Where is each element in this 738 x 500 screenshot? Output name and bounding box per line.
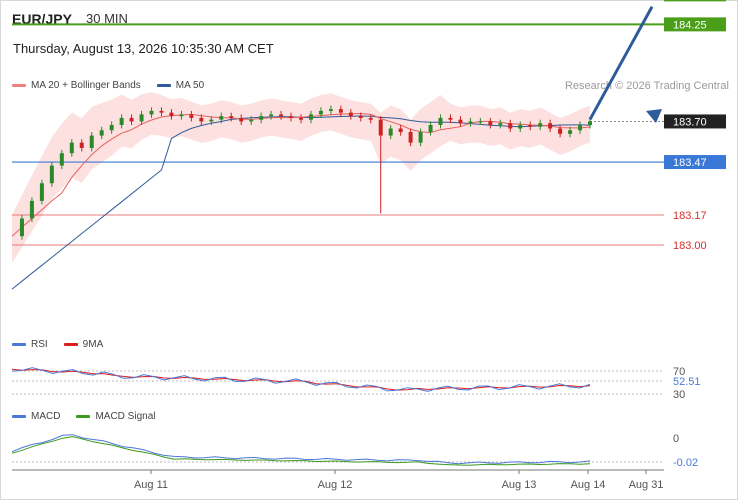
level-label-184.25: 184.25 [673, 19, 707, 31]
level-label-183.47: 183.47 [673, 157, 707, 169]
forecast-arrow-head [646, 109, 662, 123]
x-label-Aug 14: Aug 14 [571, 479, 606, 491]
candle-body [299, 117, 303, 120]
x-label-Aug 12: Aug 12 [318, 479, 353, 491]
candle-body [79, 142, 84, 148]
candle-body [338, 109, 343, 113]
candle-body [508, 123, 513, 129]
x-label-Aug 11: Aug 11 [134, 479, 168, 491]
candle-body [209, 119, 214, 122]
candle-body [249, 119, 254, 122]
candle-body [139, 114, 144, 122]
candle-body [318, 110, 323, 115]
x-label-Aug 13: Aug 13 [502, 479, 537, 491]
rsi-label-30: 30 [673, 389, 685, 401]
candle-body [448, 117, 453, 120]
candle-body [478, 121, 483, 123]
candle-body [29, 200, 34, 219]
candle-body [239, 117, 244, 122]
rsi-9ma-line [11, 368, 591, 391]
candle-body [538, 123, 543, 127]
candle-body [59, 153, 64, 166]
candle-body [159, 110, 164, 113]
macd-line [11, 434, 591, 465]
candle-body [119, 117, 124, 125]
candle-body [69, 142, 74, 154]
candle-body [378, 119, 383, 136]
candle-body [578, 124, 583, 131]
candle-body [388, 128, 393, 136]
candle-body [528, 124, 533, 127]
candle-body [199, 117, 204, 122]
candle-body [49, 165, 54, 184]
candle-body [368, 117, 373, 120]
macd-label--0.02: -0.02 [673, 457, 698, 469]
macd-signal-line [11, 436, 591, 466]
candle-body [308, 114, 313, 120]
candle-body [219, 116, 224, 120]
candle-body [229, 116, 234, 118]
candle-body [428, 124, 433, 133]
candle-body [39, 183, 44, 201]
candle-body [418, 132, 423, 143]
candle-body [358, 116, 363, 118]
candle-body [269, 114, 274, 117]
candle-body [109, 124, 114, 131]
current-price-label: 183.70 [673, 116, 707, 128]
candle-body [398, 128, 403, 133]
candle-body [169, 112, 174, 117]
chart-svg: 184.42 184.25 183.47 183.17 183.00 183.70 Aug … [11, 0, 726, 491]
candle-body [149, 110, 154, 115]
candle-body [408, 132, 413, 143]
candle-body [89, 135, 94, 148]
level-label-183.17: 183.17 [673, 210, 707, 222]
candle-body [289, 116, 294, 118]
candle-body [189, 114, 194, 118]
x-label-Aug 31: Aug 31 [629, 479, 664, 491]
candle-body [518, 124, 523, 129]
macd-label-0: 0 [673, 433, 679, 445]
candle-body [548, 123, 553, 129]
rsi-label-52.51: 52.51 [673, 376, 701, 388]
candle-body [99, 130, 104, 136]
level-label-183.00: 183.00 [673, 240, 707, 252]
candle-body [259, 116, 264, 120]
candle-body [279, 114, 284, 117]
candle-body [488, 121, 493, 125]
candle-body [129, 117, 134, 122]
candle-body [498, 123, 503, 125]
candle-body [468, 121, 473, 124]
candle-body [348, 112, 353, 117]
candle-body [568, 130, 573, 134]
candle-body [19, 218, 24, 237]
candle-body [328, 109, 333, 111]
level-label-184.42: 184.42 [673, 0, 707, 1]
candle-body [179, 114, 184, 117]
candle-body [458, 119, 463, 124]
candle-body [438, 117, 443, 125]
candle-body [588, 121, 592, 125]
candle-body [558, 128, 563, 134]
